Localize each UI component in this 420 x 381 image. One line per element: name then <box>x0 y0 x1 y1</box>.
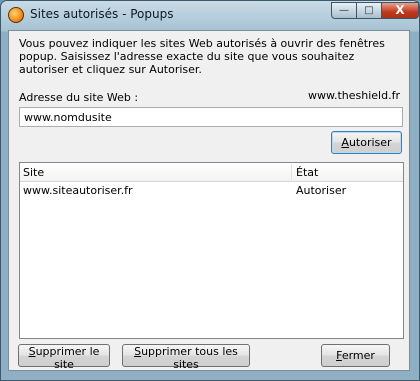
intro-text: Vous pouvez indiquer les sites Web autor… <box>19 37 385 76</box>
url-input[interactable] <box>19 107 403 127</box>
column-divider[interactable] <box>291 164 292 180</box>
dialog-content: Vous pouvez indiquer les sites Web autor… <box>8 30 410 371</box>
watermark-text: www.theshield.fr <box>308 89 400 102</box>
window-title: Sites autorisés - Popups <box>30 7 174 21</box>
column-header-state[interactable]: État <box>296 166 318 179</box>
title-bar[interactable]: Sites autorisés - Popups — □ X <box>1 1 419 29</box>
allow-button[interactable]: Autoriser <box>331 131 402 154</box>
remove-all-sites-button[interactable]: Supprimer tous les sites <box>122 344 250 371</box>
allow-label: utoriser <box>348 136 392 149</box>
remove-site-button[interactable]: Supprimer le site <box>18 344 110 371</box>
sites-table[interactable]: Site État www.siteautoriser.fr Autoriser <box>19 162 404 339</box>
close-window-button[interactable]: X <box>381 2 419 19</box>
row-site: www.siteautoriser.fr <box>23 184 133 197</box>
table-row[interactable]: www.siteautoriser.fr Autoriser <box>20 182 403 198</box>
firefox-icon <box>8 7 24 23</box>
dialog-window: Sites autorisés - Popups — □ X Vous pouv… <box>0 0 420 381</box>
minimize-button[interactable]: — <box>331 2 357 19</box>
row-state: Autoriser <box>296 184 347 197</box>
url-label: Adresse du site Web : <box>19 91 139 104</box>
allow-accesskey: A <box>341 136 349 149</box>
maximize-button[interactable]: □ <box>356 2 382 19</box>
remove-all-label: upprimer tous les sites <box>141 345 238 371</box>
column-header-site[interactable]: Site <box>23 166 44 179</box>
remove-label: upprimer le site <box>35 345 100 371</box>
remove-accesskey: S <box>28 345 36 358</box>
table-header: Site État <box>20 163 403 182</box>
close-button[interactable]: Fermer <box>321 344 390 367</box>
close-label: ermer <box>341 349 375 362</box>
